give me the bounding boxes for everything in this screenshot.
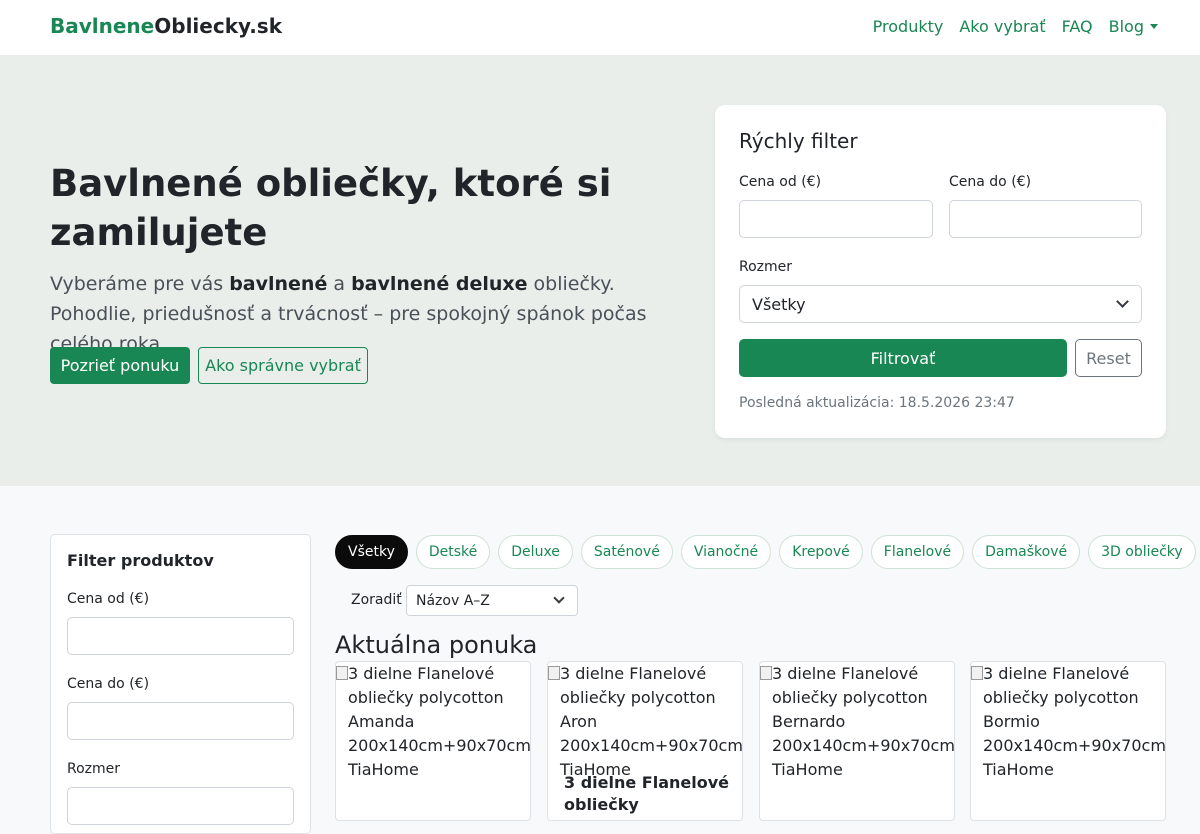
sidebar-title: Filter produktov	[67, 551, 214, 570]
chip-krepove[interactable]: Krepové	[779, 535, 863, 569]
chip-deluxe[interactable]: Deluxe	[498, 535, 573, 569]
filter-button[interactable]: Filtrovať	[739, 339, 1067, 377]
category-filter-chips: Všetky Detské Deluxe Saténové Vianočné K…	[335, 535, 1196, 569]
sort-label: Zoradiť	[351, 592, 402, 608]
navbar: BavlneneObliecky.sk Produkty Ako vybrať …	[0, 0, 1200, 56]
chip-damaskove[interactable]: Damaškové	[972, 535, 1081, 569]
how-to-choose-button[interactable]: Ako správne vybrať	[198, 347, 368, 384]
qf-size-label: Rozmer	[739, 259, 793, 275]
sort-select-value: Názov A–Z	[416, 592, 490, 609]
product-name[interactable]: 3 dielne Flanelové obliečky polycotton	[564, 772, 734, 820]
hero-desc-bold-1: bavlnené	[229, 273, 328, 295]
broken-image-icon	[336, 666, 348, 680]
hero-desc-text-1: Vyberáme pre vás	[50, 273, 230, 295]
last-updated-text: Posledná aktualizácia: 18.5.2026 23:47	[739, 395, 1015, 411]
chip-flanelove[interactable]: Flanelové	[870, 535, 965, 569]
product-image[interactable]: 3 dielne Flanelové obliečky polycotton B…	[971, 662, 1166, 782]
nav-link-faq[interactable]: FAQ	[1062, 17, 1093, 36]
quick-filter-card: Rýchly filter Cena od (€) Cena do (€) Ro…	[715, 105, 1166, 438]
qf-price-from-label: Cena od (€)	[739, 174, 822, 190]
broken-image-icon	[760, 666, 772, 680]
product-image[interactable]: 3 dielne Flanelové obliečky polycotton A…	[548, 662, 743, 782]
chip-vianocne[interactable]: Vianočné	[680, 535, 772, 569]
product-card[interactable]: 3 dielne Flanelové obliečky polycotton B…	[970, 661, 1166, 821]
sb-price-from-input[interactable]	[67, 617, 294, 655]
sb-price-to-label: Cena do (€)	[67, 676, 150, 692]
product-card[interactable]: 3 dielne Flanelové obliečky polycotton A…	[335, 661, 531, 821]
qf-size-select[interactable]: Všetky	[739, 285, 1142, 323]
product-card[interactable]: 3 dielne Flanelové obliečky polycotton B…	[759, 661, 955, 821]
brand-logo[interactable]: BavlneneObliecky.sk	[50, 14, 282, 38]
broken-image-icon	[971, 666, 983, 680]
product-image-alt: 3 dielne Flanelové obliečky polycotton A…	[560, 664, 743, 779]
nav-dropdown-blog-label: Blog	[1108, 17, 1144, 36]
hero-desc-text-2: a	[327, 273, 352, 295]
sort-select[interactable]: Názov A–Z	[406, 585, 578, 616]
brand-part-2: Obliecky.sk	[154, 14, 283, 38]
hero-desc-bold-2: bavlnené deluxe	[351, 273, 528, 295]
section-title: Aktuálna ponuka	[335, 631, 538, 659]
product-image-alt: 3 dielne Flanelové obliečky polycotton A…	[348, 664, 531, 779]
sb-size-label: Rozmer	[67, 761, 121, 777]
chip-3d-oblieky[interactable]: 3D obliečky	[1088, 535, 1196, 569]
hero-description: Vyberáme pre vás bavlnené a bavlnené del…	[50, 269, 670, 359]
view-offer-button[interactable]: Pozrieť ponuku	[50, 347, 190, 384]
product-image[interactable]: 3 dielne Flanelové obliečky polycotton B…	[760, 662, 955, 782]
sb-price-from-label: Cena od (€)	[67, 591, 150, 607]
hero-title: Bavlnené obliečky, ktoré si zamilujete	[50, 162, 612, 254]
caret-down-icon	[1150, 24, 1158, 29]
qf-size-select-value: Všetky	[752, 294, 806, 314]
nav-link-produkty[interactable]: Produkty	[873, 17, 944, 36]
qf-price-to-input[interactable]	[949, 200, 1142, 238]
chip-satenove[interactable]: Saténové	[580, 535, 673, 569]
main-nav: Produkty Ako vybrať FAQ Blog	[873, 17, 1158, 36]
product-image-alt: 3 dielne Flanelové obliečky polycotton B…	[983, 664, 1166, 779]
chip-vsetky[interactable]: Všetky	[335, 535, 408, 569]
product-image[interactable]: 3 dielne Flanelové obliečky polycotton A…	[336, 662, 531, 782]
product-image-alt: 3 dielne Flanelové obliečky polycotton B…	[772, 664, 955, 779]
sb-size-select[interactable]	[67, 787, 294, 825]
product-card[interactable]: 3 dielne Flanelové obliečky polycotton A…	[547, 661, 743, 821]
nav-link-ako-vybrat[interactable]: Ako vybrať	[959, 17, 1045, 36]
brand-part-1: Bavlnene	[50, 14, 155, 38]
chip-detske[interactable]: Detské	[415, 535, 491, 569]
qf-price-from-input[interactable]	[739, 200, 933, 238]
sb-price-to-input[interactable]	[67, 702, 294, 740]
chevron-down-icon	[553, 592, 565, 604]
hero-section: Bavlnené obliečky, ktoré si zamilujete V…	[0, 56, 1200, 486]
reset-button[interactable]: Reset	[1075, 339, 1142, 377]
nav-dropdown-blog[interactable]: Blog	[1109, 17, 1158, 36]
quick-filter-title: Rýchly filter	[739, 129, 858, 153]
chevron-down-icon	[1116, 295, 1129, 308]
broken-image-icon	[548, 666, 560, 680]
product-filter-sidebar: Filter produktov Cena od (€) Cena do (€)…	[50, 534, 311, 834]
qf-price-to-label: Cena do (€)	[949, 174, 1032, 190]
